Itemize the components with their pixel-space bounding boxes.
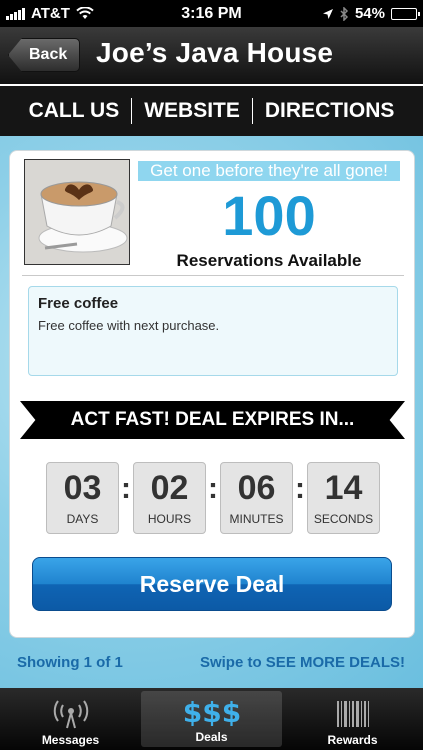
- coffee-image: [24, 159, 130, 265]
- deal-title: Free coffee: [38, 295, 119, 312]
- timer-colon: :: [295, 472, 305, 505]
- reserve-deal-button[interactable]: Reserve Deal: [32, 557, 392, 611]
- hours-value: 02: [150, 469, 189, 507]
- tab-label: Messages: [41, 733, 100, 747]
- status-bar: AT&T 3:16 PM 54%: [0, 0, 423, 27]
- timer-minutes: 06 MINUTES: [220, 462, 293, 534]
- svg-text:$$$: $$$: [184, 696, 240, 726]
- back-button[interactable]: Back: [8, 38, 81, 72]
- timer-days: 03 DAYS: [46, 462, 119, 534]
- tab-deals[interactable]: $$$ Deals: [141, 691, 282, 747]
- dollar-icon: $$$: [184, 696, 240, 726]
- timer-hours: 02 HOURS: [133, 462, 206, 534]
- wifi-icon: [76, 7, 94, 19]
- directions-button[interactable]: DIRECTIONS: [253, 99, 407, 123]
- call-us-button[interactable]: CALL US: [17, 99, 132, 123]
- promo-banner: Get one before they're all gone!: [138, 161, 400, 181]
- battery-icon: [391, 7, 420, 20]
- bluetooth-icon: [340, 6, 349, 21]
- countdown-timer: 03 DAYS : 02 HOURS : 06 MINUTES : 14 SEC…: [46, 462, 380, 534]
- timer-colon: :: [121, 472, 131, 505]
- seconds-value: 14: [324, 469, 363, 507]
- tab-rewards[interactable]: Rewards: [282, 688, 423, 750]
- status-left: AT&T: [6, 5, 94, 22]
- swipe-hint: Swipe to SEE MORE DEALS!: [199, 654, 405, 671]
- deal-description: Free coffee with next purchase.: [38, 318, 220, 333]
- card-divider: [22, 275, 404, 276]
- website-button[interactable]: WEBSITE: [132, 99, 252, 123]
- carrier-label: AT&T: [31, 5, 70, 22]
- signal-icon: [6, 7, 25, 20]
- status-right: 54%: [322, 5, 420, 22]
- hours-label: HOURS: [147, 512, 192, 526]
- deal-description-box: Free coffee Free coffee with next purcha…: [28, 286, 398, 376]
- minutes-label: MINUTES: [229, 512, 284, 526]
- reservations-count: 100: [222, 184, 316, 247]
- minutes-value: 06: [237, 469, 276, 507]
- barcode-icon: [336, 701, 369, 727]
- action-bar: CALL US WEBSITE DIRECTIONS: [0, 84, 423, 136]
- deal-card[interactable]: Get one before they're all gone! 100 Res…: [9, 150, 415, 638]
- tab-label: Rewards: [327, 733, 378, 747]
- expiry-banner: ACT FAST! DEAL EXPIRES IN...: [20, 401, 405, 439]
- days-label: DAYS: [66, 512, 99, 526]
- battery-percent: 54%: [354, 5, 385, 22]
- seconds-label: SECONDS: [313, 512, 374, 526]
- timer-colon: :: [208, 472, 218, 505]
- page-title: Joe’s Java House: [96, 37, 334, 68]
- antenna-icon: [53, 700, 88, 729]
- nav-bar: Back Joe’s Java House: [0, 27, 423, 84]
- tab-bar: Messages $$$ Deals Rewards: [0, 688, 423, 750]
- location-arrow-icon: [322, 8, 333, 19]
- tab-messages[interactable]: Messages: [0, 688, 141, 750]
- pager-status: Showing 1 of 1: [17, 654, 123, 671]
- days-value: 03: [63, 469, 102, 507]
- timer-seconds: 14 SECONDS: [307, 462, 380, 534]
- tab-label: Deals: [195, 730, 228, 744]
- reservations-label: Reservations Available: [176, 251, 362, 270]
